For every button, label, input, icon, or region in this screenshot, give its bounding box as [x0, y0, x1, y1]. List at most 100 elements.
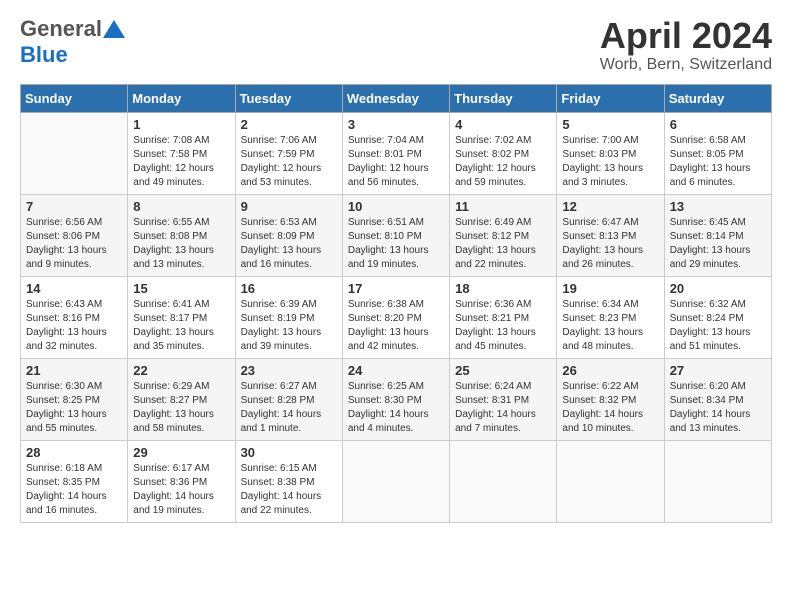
- header-row: Sunday Monday Tuesday Wednesday Thursday…: [21, 84, 772, 112]
- calendar-cell: 23Sunrise: 6:27 AMSunset: 8:28 PMDayligh…: [235, 358, 342, 440]
- calendar-cell: 11 Sunrise: 6:49 AMSunset: 8:12 PMDayligh…: [450, 194, 557, 276]
- calendar-cell: 30 Sunrise: 6:15 AMSunset: 8:38 PMDayligh…: [235, 440, 342, 522]
- calendar-cell: 2Sunrise: 7:06 AMSunset: 7:59 PMDaylight…: [235, 112, 342, 194]
- cell-info: Sunrise: 6:55 AMSunset: 8:08 PMDaylight:…: [133, 216, 229, 272]
- header: General Blue April 2024 Worb, Bern, Swit…: [20, 16, 772, 74]
- day-number: 30: [241, 445, 337, 460]
- cell-info: Sunrise: 6:18 AMSunset: 8:35 PMDaylight:…: [26, 462, 122, 518]
- cell-info: Sunrise: 6:22 AMSunset: 8:32 PMDaylight:…: [562, 380, 658, 436]
- cell-info: Sunrise: 6:39 AMSunset: 8:19 PMDaylight:…: [241, 298, 337, 354]
- cell-info: Sunrise: 6:43 AMSunset: 8:16 PMDaylight:…: [26, 298, 122, 354]
- calendar-cell: 19 Sunrise: 6:34 AMSunset: 8:23 PMDayligh…: [557, 276, 664, 358]
- day-number: 12: [562, 199, 658, 214]
- cell-info: Sunrise: 7:06 AMSunset: 7:59 PMDaylight:…: [241, 134, 337, 190]
- day-number: 20: [670, 281, 766, 296]
- col-tuesday: Tuesday: [235, 84, 342, 112]
- col-saturday: Saturday: [664, 84, 771, 112]
- day-number: 16: [241, 281, 337, 296]
- day-number: 26: [562, 363, 658, 378]
- day-number: 18: [455, 281, 551, 296]
- calendar-cell: 9 Sunrise: 6:53 AMSunset: 8:09 PMDaylight…: [235, 194, 342, 276]
- calendar-cell: 24Sunrise: 6:25 AMSunset: 8:30 PMDayligh…: [342, 358, 449, 440]
- cell-info: Sunrise: 6:34 AMSunset: 8:23 PMDaylight:…: [562, 298, 658, 354]
- col-thursday: Thursday: [450, 84, 557, 112]
- calendar-cell: [557, 440, 664, 522]
- cell-info: Sunrise: 7:02 AMSunset: 8:02 PMDaylight:…: [455, 134, 551, 190]
- cell-info: Sunrise: 6:30 AMSunset: 8:25 PMDaylight:…: [26, 380, 122, 436]
- page: General Blue April 2024 Worb, Bern, Swit…: [0, 0, 792, 539]
- day-number: 29: [133, 445, 229, 460]
- calendar-cell: 13 Sunrise: 6:45 AMSunset: 8:14 PMDayligh…: [664, 194, 771, 276]
- calendar-week-3: 14 Sunrise: 6:43 AMSunset: 8:16 PMDayligh…: [21, 276, 772, 358]
- day-number: 13: [670, 199, 766, 214]
- day-number: 14: [26, 281, 122, 296]
- calendar-cell: 28Sunrise: 6:18 AMSunset: 8:35 PMDayligh…: [21, 440, 128, 522]
- calendar-cell: 17 Sunrise: 6:38 AMSunset: 8:20 PMDayligh…: [342, 276, 449, 358]
- calendar-week-4: 21 Sunrise: 6:30 AMSunset: 8:25 PMDayligh…: [21, 358, 772, 440]
- calendar-cell: [450, 440, 557, 522]
- calendar-cell: [21, 112, 128, 194]
- day-number: 3: [348, 117, 444, 132]
- calendar-cell: 4 Sunrise: 7:02 AMSunset: 8:02 PMDaylight…: [450, 112, 557, 194]
- cell-info: Sunrise: 6:49 AMSunset: 8:12 PMDaylight:…: [455, 216, 551, 272]
- day-number: 19: [562, 281, 658, 296]
- cell-info: Sunrise: 7:04 AMSunset: 8:01 PMDaylight:…: [348, 134, 444, 190]
- day-number: 6: [670, 117, 766, 132]
- cell-info: Sunrise: 6:17 AMSunset: 8:36 PMDaylight:…: [133, 462, 229, 518]
- cell-info: Sunrise: 6:47 AMSunset: 8:13 PMDaylight:…: [562, 216, 658, 272]
- cell-info: Sunrise: 6:41 AMSunset: 8:17 PMDaylight:…: [133, 298, 229, 354]
- day-number: 21: [26, 363, 122, 378]
- calendar-cell: 18 Sunrise: 6:36 AMSunset: 8:21 PMDayligh…: [450, 276, 557, 358]
- day-number: 25: [455, 363, 551, 378]
- month-title: April 2024: [600, 16, 772, 56]
- cell-info: Sunrise: 6:24 AMSunset: 8:31 PMDaylight:…: [455, 380, 551, 436]
- calendar-cell: 16 Sunrise: 6:39 AMSunset: 8:19 PMDayligh…: [235, 276, 342, 358]
- day-number: 4: [455, 117, 551, 132]
- col-friday: Friday: [557, 84, 664, 112]
- day-number: 8: [133, 199, 229, 214]
- cell-info: Sunrise: 6:51 AMSunset: 8:10 PMDaylight:…: [348, 216, 444, 272]
- cell-info: Sunrise: 6:25 AMSunset: 8:30 PMDaylight:…: [348, 380, 444, 436]
- calendar-cell: 12 Sunrise: 6:47 AMSunset: 8:13 PMDayligh…: [557, 194, 664, 276]
- cell-info: Sunrise: 6:53 AMSunset: 8:09 PMDaylight:…: [241, 216, 337, 272]
- calendar-cell: [342, 440, 449, 522]
- calendar-cell: 6 Sunrise: 6:58 AMSunset: 8:05 PMDaylight…: [664, 112, 771, 194]
- day-number: 7: [26, 199, 122, 214]
- day-number: 1: [133, 117, 229, 132]
- calendar-cell: [664, 440, 771, 522]
- calendar-week-5: 28Sunrise: 6:18 AMSunset: 8:35 PMDayligh…: [21, 440, 772, 522]
- cell-info: Sunrise: 6:15 AMSunset: 8:38 PMDaylight:…: [241, 462, 337, 518]
- title-block: April 2024 Worb, Bern, Switzerland: [600, 16, 772, 74]
- day-number: 22: [133, 363, 229, 378]
- calendar-cell: 26 Sunrise: 6:22 AMSunset: 8:32 PMDayligh…: [557, 358, 664, 440]
- day-number: 23: [241, 363, 337, 378]
- calendar-week-2: 7 Sunrise: 6:56 AMSunset: 8:06 PMDaylight…: [21, 194, 772, 276]
- col-monday: Monday: [128, 84, 235, 112]
- cell-info: Sunrise: 6:45 AMSunset: 8:14 PMDaylight:…: [670, 216, 766, 272]
- day-number: 9: [241, 199, 337, 214]
- calendar-week-1: 1Sunrise: 7:08 AMSunset: 7:58 PMDaylight…: [21, 112, 772, 194]
- logo-icon: [103, 20, 125, 38]
- cell-info: Sunrise: 6:38 AMSunset: 8:20 PMDaylight:…: [348, 298, 444, 354]
- col-sunday: Sunday: [21, 84, 128, 112]
- cell-info: Sunrise: 7:00 AMSunset: 8:03 PMDaylight:…: [562, 134, 658, 190]
- logo-blue: Blue: [20, 42, 68, 67]
- calendar-cell: 7 Sunrise: 6:56 AMSunset: 8:06 PMDaylight…: [21, 194, 128, 276]
- day-number: 11: [455, 199, 551, 214]
- calendar-cell: 22 Sunrise: 6:29 AMSunset: 8:27 PMDayligh…: [128, 358, 235, 440]
- location: Worb, Bern, Switzerland: [600, 56, 772, 74]
- calendar-cell: 27Sunrise: 6:20 AMSunset: 8:34 PMDayligh…: [664, 358, 771, 440]
- day-number: 10: [348, 199, 444, 214]
- cell-info: Sunrise: 6:36 AMSunset: 8:21 PMDaylight:…: [455, 298, 551, 354]
- day-number: 17: [348, 281, 444, 296]
- calendar-cell: 5 Sunrise: 7:00 AMSunset: 8:03 PMDaylight…: [557, 112, 664, 194]
- calendar-cell: 10 Sunrise: 6:51 AMSunset: 8:10 PMDayligh…: [342, 194, 449, 276]
- cell-info: Sunrise: 6:56 AMSunset: 8:06 PMDaylight:…: [26, 216, 122, 272]
- day-number: 5: [562, 117, 658, 132]
- cell-info: Sunrise: 6:29 AMSunset: 8:27 PMDaylight:…: [133, 380, 229, 436]
- logo: General Blue: [20, 16, 125, 68]
- calendar-cell: 25 Sunrise: 6:24 AMSunset: 8:31 PMDayligh…: [450, 358, 557, 440]
- calendar-cell: 20Sunrise: 6:32 AMSunset: 8:24 PMDayligh…: [664, 276, 771, 358]
- calendar-cell: 29 Sunrise: 6:17 AMSunset: 8:36 PMDayligh…: [128, 440, 235, 522]
- cell-info: Sunrise: 6:58 AMSunset: 8:05 PMDaylight:…: [670, 134, 766, 190]
